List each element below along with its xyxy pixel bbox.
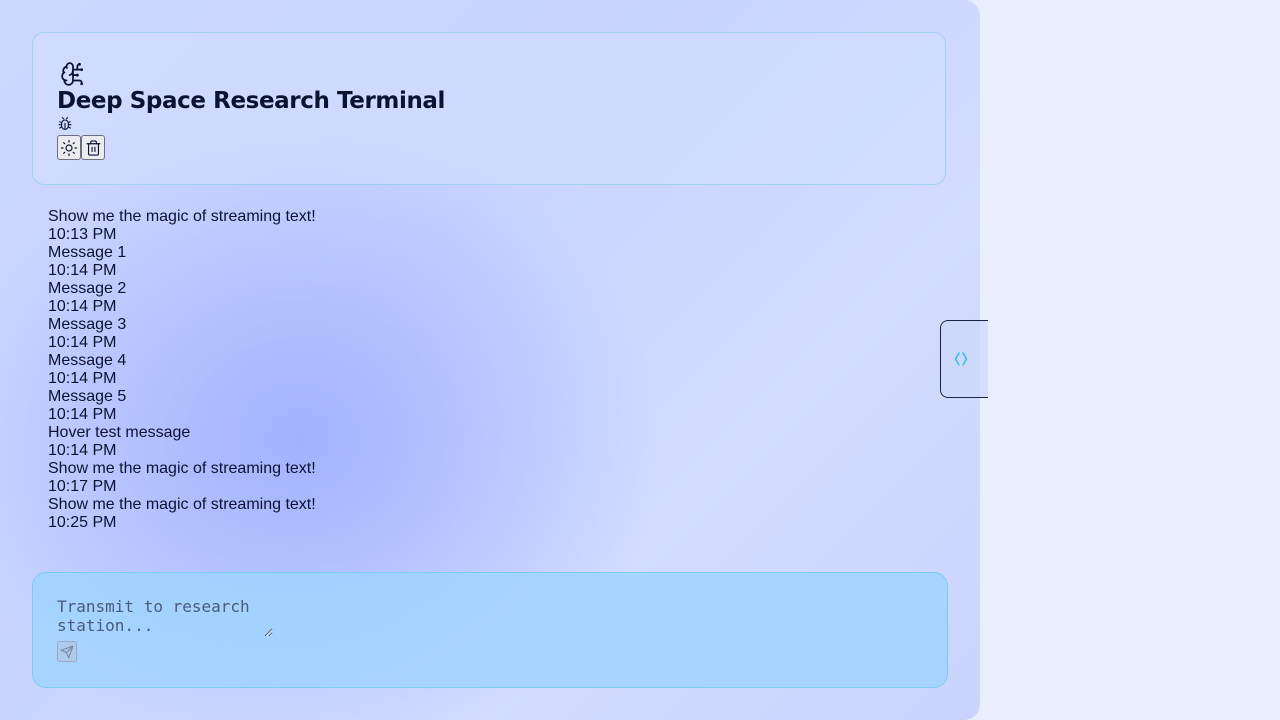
message-item: Message 5 10:14 PM [48,388,928,424]
chat-panel: Deep Space Research Terminal Show me the… [0,0,980,720]
message-text: Hover test message [48,424,191,441]
message-text: Show me the magic of streaming text! [48,496,316,513]
message-text: Message 3 [48,316,127,333]
message-list: Show me the magic of streaming text! 10:… [48,208,928,532]
message-item: Hover test message 10:14 PM [48,424,928,460]
message-timestamp: 10:14 PM [48,406,117,423]
message-timestamp: 10:13 PM [48,226,117,243]
trash-icon [86,139,100,156]
message-item: Message 2 10:14 PM [48,280,928,316]
message-text: Show me the magic of streaming text! [48,208,316,225]
send-icon [60,645,74,658]
message-item: Show me the magic of streaming text! 10:… [48,460,928,496]
message-item: Show me the magic of streaming text! 10:… [48,208,928,244]
page-title: Deep Space Research Terminal [57,88,446,114]
message-text: Message 1 [48,244,127,261]
message-timestamp: 10:14 PM [48,370,117,387]
message-item: Message 1 10:14 PM [48,244,928,280]
clear-chat-button[interactable] [81,135,105,160]
bug-icon[interactable] [57,116,73,132]
send-button[interactable] [57,641,77,662]
message-text: Show me the magic of streaming text! [48,460,316,477]
message-input[interactable] [57,597,273,637]
code-icon [954,352,967,366]
message-text: Message 2 [48,280,127,297]
message-timestamp: 10:14 PM [48,442,117,459]
side-panel-toggle[interactable] [940,320,988,398]
message-timestamp: 10:14 PM [48,334,117,351]
message-timestamp: 10:25 PM [48,514,117,531]
message-item: Message 4 10:14 PM [48,352,928,388]
message-timestamp: 10:14 PM [48,262,117,279]
message-timestamp: 10:17 PM [48,478,117,495]
brain-circuit-icon [61,62,84,86]
message-item: Message 3 10:14 PM [48,316,928,352]
message-text: Message 5 [48,388,127,405]
theme-toggle-button[interactable] [57,135,81,160]
message-timestamp: 10:14 PM [48,298,117,315]
message-item: Show me the magic of streaming text! 10:… [48,496,928,532]
message-text: Message 4 [48,352,127,369]
sun-icon [60,139,78,156]
